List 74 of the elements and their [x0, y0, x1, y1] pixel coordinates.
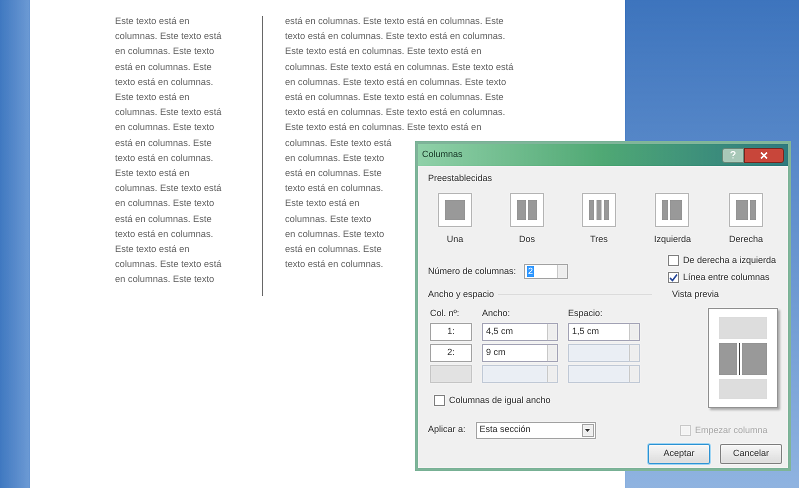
help-button[interactable] [722, 148, 744, 162]
text-line: Este texto está en [115, 167, 190, 180]
text-line: texto está en columnas. [285, 258, 384, 272]
caret-icon [585, 428, 590, 432]
apply-dropdown[interactable]: Esta sección [476, 422, 596, 438]
text-line: texto está en columnas. [115, 152, 214, 165]
close-button[interactable] [744, 148, 784, 162]
checkbox[interactable] [434, 395, 445, 406]
checkbox-label: Columnas de igual ancho [449, 394, 551, 407]
window-title: Columnas [422, 148, 463, 162]
preset-button[interactable]: Izquierda [654, 192, 691, 246]
column-header: Espacio: [568, 306, 603, 320]
layout-icon [510, 192, 544, 226]
close-icon [760, 152, 768, 158]
text-line: está en columnas. Este [115, 60, 212, 74]
field-label: Aplicar a: [428, 423, 466, 436]
text-line: en columnas. Este texto [285, 228, 384, 241]
group-label: Ancho y espacio [428, 288, 494, 301]
text-line: está en columnas. Este [115, 136, 212, 150]
text-line: está en columnas. Este texto está en columnas. Este [285, 91, 504, 104]
layout-icon [728, 192, 763, 226]
dialog-button[interactable]: Cancelar [720, 444, 782, 464]
text-line: en columnas. Este texto [115, 45, 214, 58]
checkbox-label: Empezar columna [695, 424, 768, 437]
spacing-spinner[interactable]: 1,5 cm [568, 323, 640, 341]
column-header: Col. nº: [430, 306, 460, 320]
group-label: Vista previa [672, 288, 719, 301]
width-spinner[interactable]: 9 cm [482, 344, 558, 362]
text-line: está en columnas. Este [115, 212, 212, 226]
text-line: Este texto está en [285, 197, 360, 210]
text-line: columnas. Este texto [285, 212, 372, 226]
checkbox[interactable] [668, 255, 679, 266]
text-line: está en columnas. Este texto está en columnas. Este [285, 15, 504, 28]
text-line: en columnas. Este texto [115, 273, 214, 286]
dialog-button[interactable]: Aceptar [648, 444, 710, 464]
text-line: está en columnas. Este [285, 167, 382, 180]
column-number: 2: [430, 344, 472, 362]
width-spinner[interactable]: 4,5 cm [482, 323, 558, 341]
column-header: Ancho: [482, 306, 510, 320]
text-line: columnas. Este texto está en columnas. Este texto está [285, 60, 514, 74]
checkbox-label: Línea entre columnas [682, 270, 770, 284]
layout-icon [655, 192, 690, 226]
checkbox-label: De derecha a izquierda [682, 254, 776, 267]
text-line: columnas. Este texto está [115, 106, 222, 120]
text-line: texto está en columnas. Este texto está en columnas. [285, 30, 506, 44]
text-line: en columnas. Este texto [285, 152, 384, 165]
text-line: Este texto está en columnas. Este texto está en [285, 121, 482, 134]
text-line: Este texto está en [115, 243, 190, 256]
preset-button[interactable]: Tres [582, 192, 616, 246]
text-line: columnas. Este texto está [115, 258, 222, 272]
text-line: está en columnas. Este [285, 243, 382, 256]
preset-button[interactable]: Una [438, 192, 472, 246]
section-label: Preestablecidas [428, 172, 492, 185]
text-line: en columnas. Este texto [115, 197, 214, 210]
preset-button[interactable]: Derecha [728, 192, 763, 246]
layout-icon [582, 192, 616, 226]
text-line: columnas. Este texto está [285, 136, 392, 150]
checkbox[interactable] [668, 272, 679, 283]
field-label: Número de columnas: [428, 264, 516, 278]
text-line: Este texto está en columnas. Este texto está en [285, 45, 482, 58]
column-number: 1: [430, 323, 472, 341]
text-line: columnas. Este texto está [115, 182, 222, 196]
text-line: Este texto está en [115, 91, 190, 104]
text-line: texto está en columnas. Este texto está en columnas. [285, 106, 506, 120]
text-line: texto está en columnas. [285, 182, 384, 196]
text-line: columnas. Este texto está [115, 30, 222, 44]
text-line: en columnas. Este texto [115, 121, 214, 134]
text-line: Este texto está en [115, 15, 190, 28]
text-line: texto está en columnas. [115, 228, 214, 241]
text-line: texto está en columnas. [115, 76, 214, 89]
text-line: en columnas. Este texto está en columnas. Este texto [285, 76, 506, 89]
layout-icon [438, 192, 472, 226]
preset-button[interactable]: Dos [510, 192, 544, 246]
help-icon [730, 151, 736, 159]
